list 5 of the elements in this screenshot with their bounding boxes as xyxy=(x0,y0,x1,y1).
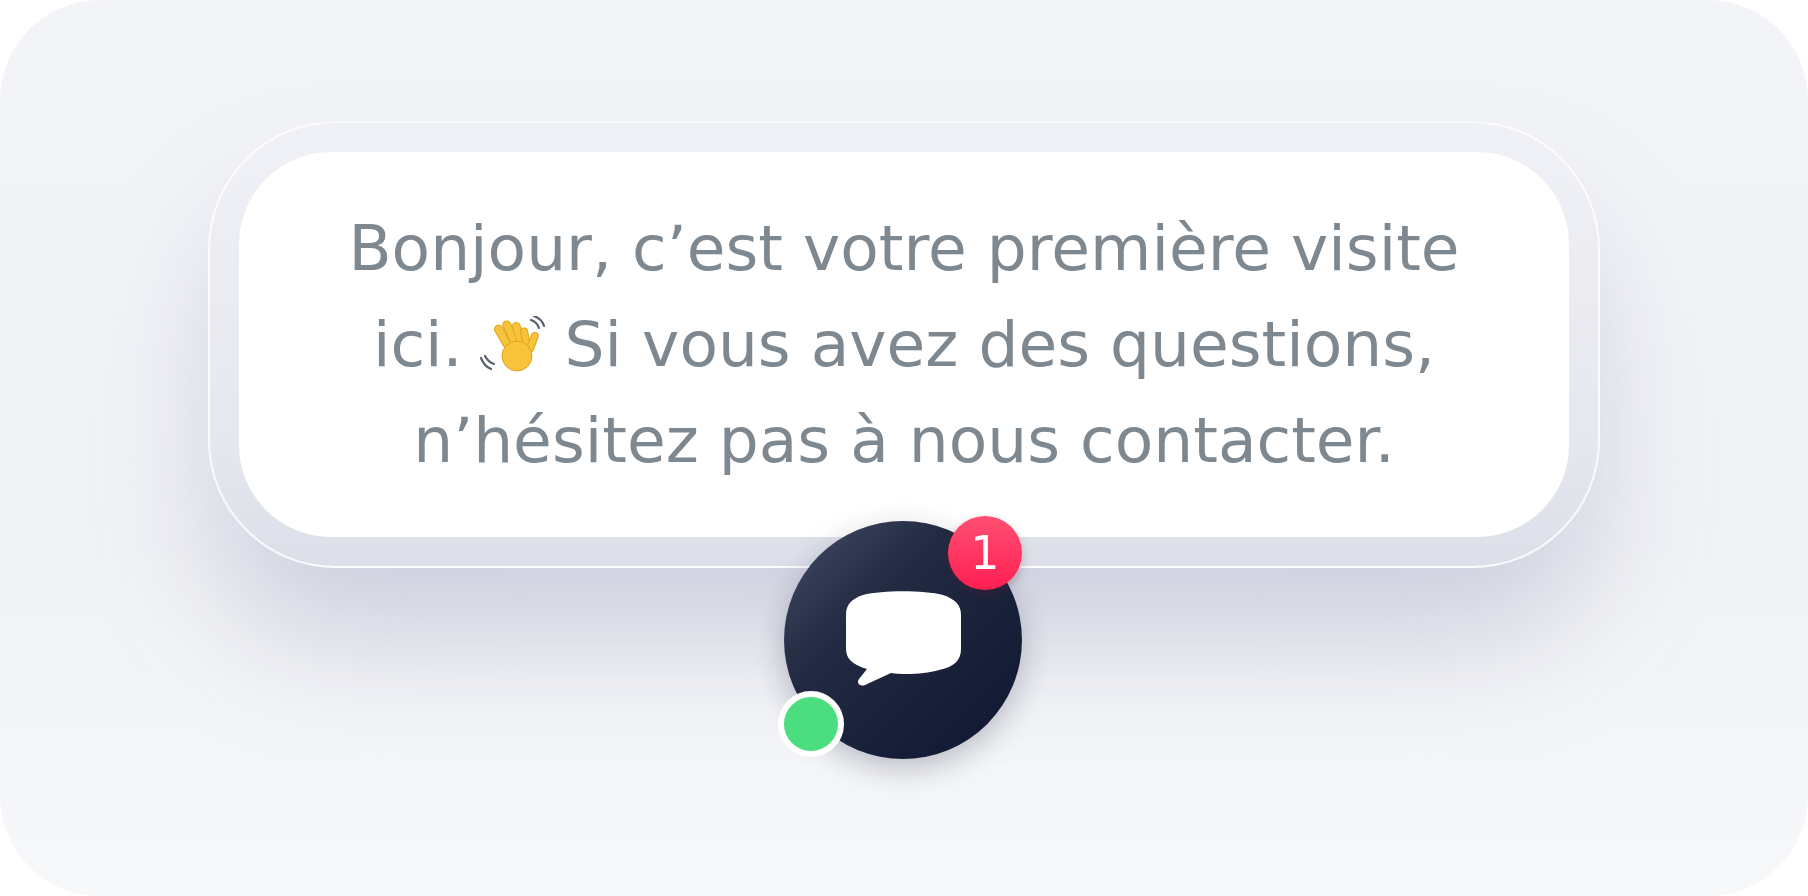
message-text: Si vous avez des questions, xyxy=(564,306,1436,383)
message-text: n’hésitez pas à nous contacter. xyxy=(413,402,1395,479)
chat-bubble-icon xyxy=(845,591,961,689)
message-text: Bonjour, c’est votre première visite xyxy=(348,210,1460,287)
message-text: ici. xyxy=(372,306,463,383)
